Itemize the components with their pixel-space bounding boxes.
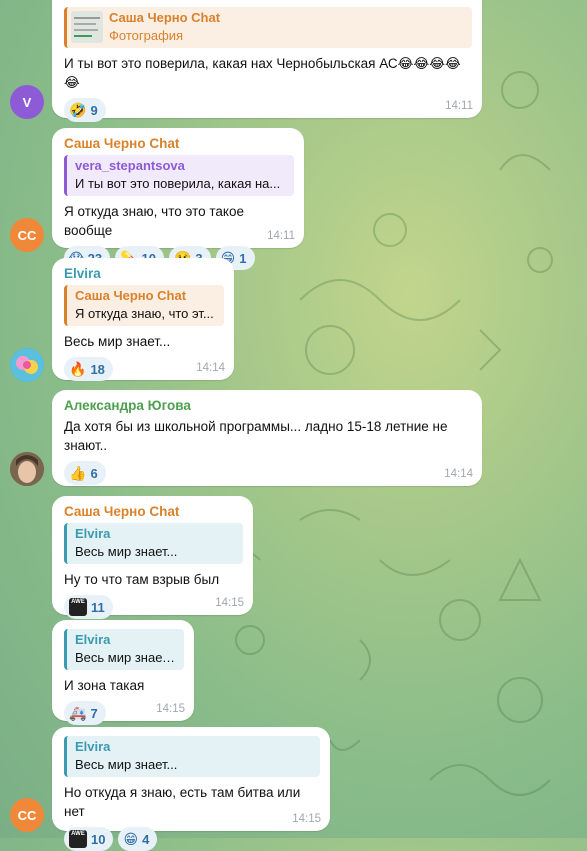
reply-author: vera_stepantsova [75, 158, 185, 173]
reply-quote[interactable]: Elvira Весь мир знает... [64, 629, 184, 670]
reaction-chip[interactable]: 😁 4 [118, 827, 158, 851]
reactions-row: 👍 6 [64, 461, 472, 485]
avatar-initials: СС [17, 227, 37, 243]
reaction-chip[interactable]: AWE 10 [64, 827, 114, 851]
avatar[interactable]: V [10, 85, 44, 119]
message-time: 14:11 [267, 230, 295, 242]
avatar[interactable]: СС [10, 798, 44, 832]
reply-text: Я откуда знаю, что эт... [75, 306, 214, 321]
ambulance-emoji: 🚑 [69, 704, 87, 721]
reaction-count: 4 [142, 831, 150, 847]
sender-name[interactable]: Саша Черно Chat [64, 503, 243, 521]
message-text: И ты вот это поверила, какая нах Чернобы… [64, 56, 461, 90]
grin-emoji: 😁 [123, 830, 139, 847]
message-bubble[interactable]: Elvira Весь мир знает... Но откуда я зна… [52, 727, 330, 851]
sender-name[interactable]: Elvira [64, 265, 224, 283]
message-bubble[interactable]: Elvira Саша Черно Chat Я откуда знаю, чт… [52, 258, 234, 381]
reaction-count: 7 [90, 705, 98, 721]
reaction-chip[interactable]: 👍 6 [64, 461, 106, 485]
message-time: 14:11 [445, 100, 473, 112]
reaction-count: 11 [91, 599, 105, 615]
message-bubble[interactable]: Александра Югова Да хотя бы из школьной … [52, 390, 482, 486]
reaction-chip[interactable]: 🚑 7 [64, 701, 106, 725]
message-text: Да хотя бы из школьной программы... ладн… [64, 419, 448, 453]
reaction-count: 10 [91, 831, 106, 847]
avatar-picture [10, 452, 44, 486]
avatar-initials: СС [17, 807, 37, 823]
message-time: 14:15 [156, 703, 185, 715]
avatar-initials: V [22, 94, 32, 110]
fire-emoji: 🔥 [69, 360, 87, 377]
sender-name[interactable]: Саша Черно Chat [64, 135, 294, 153]
reply-author: Elvira [75, 632, 111, 647]
message-bubble[interactable]: Саша Черно Chat Фотография И ты вот это … [52, 0, 482, 122]
reaction-chip[interactable]: AWE 11 [64, 595, 113, 619]
reaction-chip[interactable]: 🔥 18 [64, 357, 113, 381]
reaction-count: 18 [90, 361, 105, 377]
thumbs-up-emoji: 👍 [69, 464, 87, 481]
reply-quote[interactable]: Elvira Весь мир знает... [64, 523, 243, 564]
reply-quote[interactable]: vera_stepantsova И ты вот это поверила, … [64, 155, 294, 196]
message-time: 14:14 [444, 468, 473, 480]
reactions-row: 🤣 9 [64, 98, 472, 122]
reply-author: Elvira [75, 739, 111, 754]
reply-text: Весь мир знает... [75, 650, 176, 665]
reply-author: Elvira [75, 526, 111, 541]
avatar[interactable] [10, 348, 44, 382]
message-time: 14:14 [196, 362, 225, 374]
reply-author: Саша Черно Chat [75, 288, 187, 303]
message-time: 14:15 [215, 597, 244, 609]
message-bubble[interactable]: Elvira Весь мир знает... И зона такая 🚑 … [52, 620, 194, 725]
awe-sticker-emoji: AWE [69, 598, 87, 616]
reactions-row: AWE 10 😁 4 [64, 827, 320, 851]
message-time: 14:15 [292, 813, 321, 825]
message-text: Ну то что там взрыв был [64, 572, 220, 587]
reply-author: Саша Черно Chat [109, 10, 221, 25]
reaction-chip[interactable]: 🤣 9 [64, 98, 106, 122]
avatar[interactable] [10, 452, 44, 486]
reaction-count: 6 [90, 465, 98, 481]
message-text: Я откуда знаю, что это такое вообще [64, 204, 244, 238]
avatar-picture [10, 348, 44, 382]
rofl-emoji: 🤣 [69, 101, 87, 118]
reaction-count: 9 [90, 102, 98, 118]
reply-quote[interactable]: Саша Черно Chat Фотография [64, 7, 472, 48]
awe-sticker-emoji: AWE [69, 830, 87, 848]
reply-quote[interactable]: Саша Черно Chat Я откуда знаю, что эт... [64, 285, 224, 326]
message-text: Весь мир знает... [64, 334, 171, 349]
sender-name[interactable]: Александра Югова [64, 397, 472, 415]
reaction-count: 1 [239, 250, 247, 266]
avatar[interactable]: СС [10, 218, 44, 252]
message-bubble[interactable]: Саша Черно Chat vera_stepantsova И ты во… [52, 128, 304, 270]
reply-text: Весь мир знает... [75, 757, 178, 772]
message-text: И зона такая [64, 678, 145, 693]
reply-text: Весь мир знает... [75, 544, 178, 559]
message-text: Но откуда я знаю, есть там битва или нет [64, 785, 301, 819]
message-bubble[interactable]: Саша Черно Chat Elvira Весь мир знает...… [52, 496, 253, 619]
reply-text: И ты вот это поверила, какая на... [75, 176, 281, 191]
reply-quote[interactable]: Elvira Весь мир знает... [64, 736, 320, 777]
reply-text: Фотография [109, 28, 184, 43]
reply-photo-thumbnail [71, 11, 103, 43]
